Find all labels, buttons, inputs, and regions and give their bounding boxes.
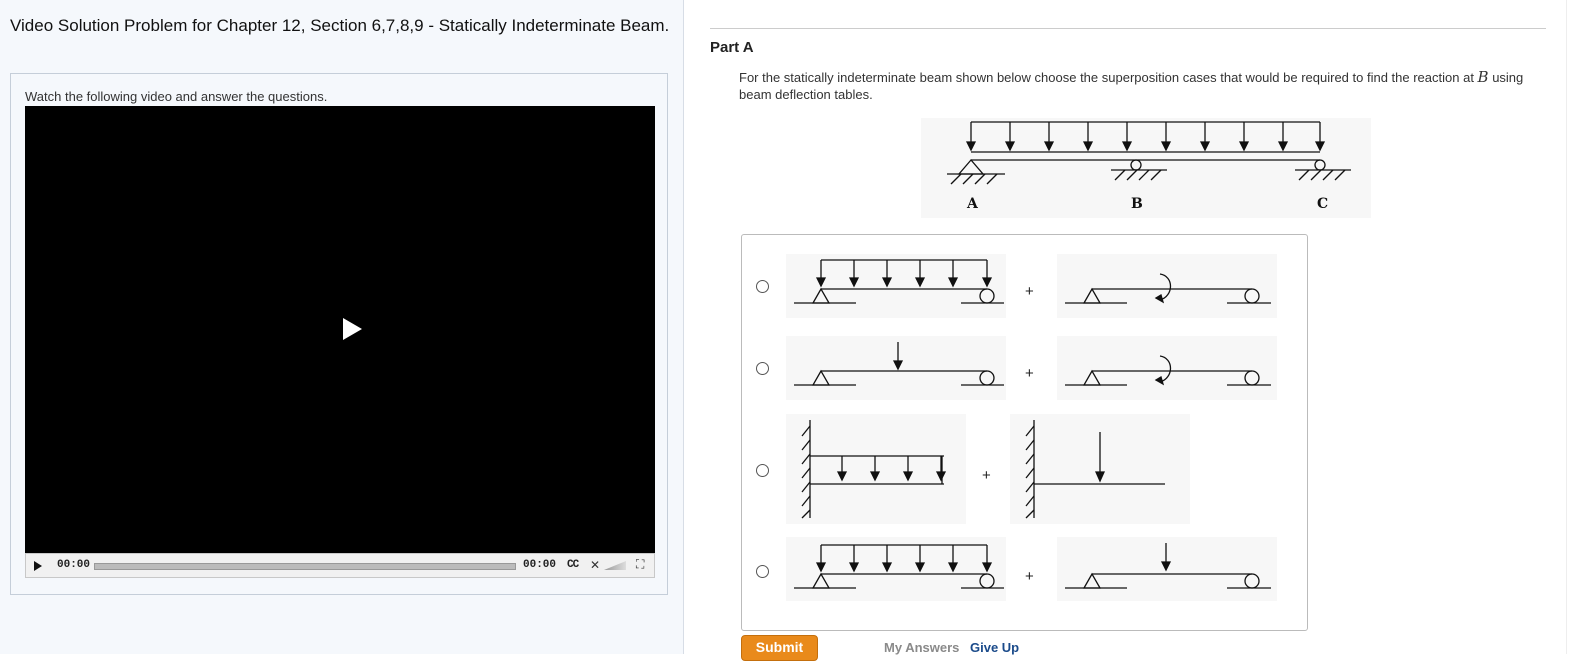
option-2-radio[interactable] [756, 362, 769, 375]
option-3-plus: + [982, 467, 991, 484]
option-3-right-diagram [1010, 414, 1190, 524]
option-2-left-diagram [786, 336, 1006, 400]
option-4-right-diagram [1057, 537, 1277, 601]
support-label-b: B [1131, 196, 1143, 212]
option-1-radio[interactable] [756, 280, 769, 293]
video-pane: Video Solution Problem for Chapter 12, S… [0, 0, 684, 654]
support-label-a: A [966, 196, 979, 212]
fullscreen-icon[interactable]: ⛶ [636, 558, 644, 572]
play-icon[interactable] [343, 318, 362, 340]
support-label-c: C [1317, 196, 1328, 212]
option-4-left-diagram [786, 537, 1006, 601]
option-4-radio[interactable] [756, 565, 769, 578]
option-4-plus: + [1025, 568, 1034, 585]
captions-button[interactable]: CC [567, 559, 579, 571]
main-beam-figure: A B C [921, 118, 1371, 218]
page-title: Video Solution Problem for Chapter 12, S… [10, 16, 670, 35]
give-up-link[interactable]: Give Up [970, 640, 1019, 655]
option-3-radio[interactable] [756, 464, 769, 477]
option-2-plus: + [1025, 365, 1034, 382]
option-1-right-diagram [1057, 254, 1277, 318]
video-instructions: Watch the following video and answer the… [25, 89, 328, 104]
video-controls: 00:00 00:00 CC ✕ ⛶ [25, 553, 655, 578]
video-panel: Watch the following video and answer the… [10, 73, 668, 595]
submit-button[interactable]: Submit [741, 635, 818, 661]
part-title: Part A [710, 39, 754, 56]
option-1-left-diagram [786, 254, 1006, 318]
play-button[interactable] [34, 561, 42, 571]
question-text: For the statically indeterminate beam sh… [739, 69, 1544, 103]
question-variable: B [1477, 68, 1489, 86]
duration: 00:00 [523, 559, 557, 571]
video-screen[interactable] [25, 106, 655, 553]
divider [710, 28, 1546, 29]
volume-slider[interactable] [604, 561, 626, 570]
progress-track[interactable] [94, 563, 516, 570]
option-3-left-diagram [786, 414, 966, 524]
question-prefix: For the statically indeterminate beam sh… [739, 70, 1478, 85]
option-1-plus: + [1025, 283, 1034, 300]
scrollbar[interactable] [1566, 0, 1582, 654]
current-time: 00:00 [57, 559, 91, 571]
answer-options: + + + + [741, 234, 1308, 631]
my-answers-link[interactable]: My Answers [884, 640, 959, 655]
mute-icon[interactable]: ✕ [590, 558, 600, 573]
option-2-right-diagram [1057, 336, 1277, 400]
